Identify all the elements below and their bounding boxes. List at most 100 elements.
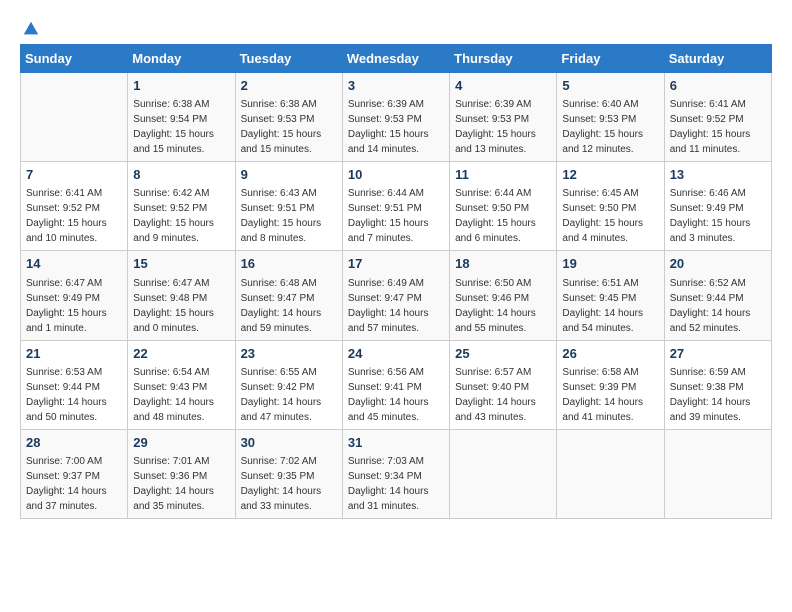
calendar-week-row: 28Sunrise: 7:00 AMSunset: 9:37 PMDayligh… bbox=[21, 429, 772, 518]
day-number: 20 bbox=[670, 255, 766, 273]
day-number: 14 bbox=[26, 255, 122, 273]
day-info: Sunrise: 6:50 AMSunset: 9:46 PMDaylight:… bbox=[455, 276, 551, 336]
day-info: Sunrise: 7:03 AMSunset: 9:34 PMDaylight:… bbox=[348, 454, 444, 514]
day-number: 1 bbox=[133, 77, 229, 95]
day-number: 26 bbox=[562, 345, 658, 363]
calendar-day-cell: 14 Sunrise: 6:47 AMSunset: 9:49 PMDayligh… bbox=[21, 251, 128, 340]
calendar-day-cell: 2 Sunrise: 6:38 AMSunset: 9:53 PMDaylight… bbox=[235, 73, 342, 162]
day-number: 9 bbox=[241, 166, 337, 184]
day-info: Sunrise: 6:47 AMSunset: 9:48 PMDaylight:… bbox=[133, 276, 229, 336]
calendar-day-cell: 9 Sunrise: 6:43 AMSunset: 9:51 PMDaylight… bbox=[235, 162, 342, 251]
day-number: 3 bbox=[348, 77, 444, 95]
calendar-day-cell: 21 Sunrise: 6:53 AMSunset: 9:44 PMDayligh… bbox=[21, 340, 128, 429]
day-info: Sunrise: 6:51 AMSunset: 9:45 PMDaylight:… bbox=[562, 276, 658, 336]
day-number: 28 bbox=[26, 434, 122, 452]
day-info: Sunrise: 6:49 AMSunset: 9:47 PMDaylight:… bbox=[348, 276, 444, 336]
calendar-week-row: 7 Sunrise: 6:41 AMSunset: 9:52 PMDaylight… bbox=[21, 162, 772, 251]
calendar-day-cell: 27 Sunrise: 6:59 AMSunset: 9:38 PMDayligh… bbox=[664, 340, 771, 429]
day-number: 7 bbox=[26, 166, 122, 184]
day-info: Sunrise: 6:57 AMSunset: 9:40 PMDaylight:… bbox=[455, 365, 551, 425]
day-info: Sunrise: 6:38 AMSunset: 9:53 PMDaylight:… bbox=[241, 97, 337, 157]
day-info: Sunrise: 6:54 AMSunset: 9:43 PMDaylight:… bbox=[133, 365, 229, 425]
calendar-day-cell bbox=[664, 429, 771, 518]
logo bbox=[20, 20, 40, 34]
calendar-day-cell: 20 Sunrise: 6:52 AMSunset: 9:44 PMDayligh… bbox=[664, 251, 771, 340]
day-info: Sunrise: 6:40 AMSunset: 9:53 PMDaylight:… bbox=[562, 97, 658, 157]
weekday-header: Thursday bbox=[450, 45, 557, 73]
calendar-day-cell: 25 Sunrise: 6:57 AMSunset: 9:40 PMDayligh… bbox=[450, 340, 557, 429]
weekday-header: Monday bbox=[128, 45, 235, 73]
weekday-header: Friday bbox=[557, 45, 664, 73]
day-info: Sunrise: 6:43 AMSunset: 9:51 PMDaylight:… bbox=[241, 186, 337, 246]
calendar-week-row: 14 Sunrise: 6:47 AMSunset: 9:49 PMDayligh… bbox=[21, 251, 772, 340]
day-info: Sunrise: 6:45 AMSunset: 9:50 PMDaylight:… bbox=[562, 186, 658, 246]
calendar-week-row: 21 Sunrise: 6:53 AMSunset: 9:44 PMDayligh… bbox=[21, 340, 772, 429]
calendar-day-cell: 17 Sunrise: 6:49 AMSunset: 9:47 PMDayligh… bbox=[342, 251, 449, 340]
day-info: Sunrise: 6:41 AMSunset: 9:52 PMDaylight:… bbox=[26, 186, 122, 246]
day-number: 27 bbox=[670, 345, 766, 363]
calendar-day-cell: 6 Sunrise: 6:41 AMSunset: 9:52 PMDaylight… bbox=[664, 73, 771, 162]
calendar-day-cell: 11 Sunrise: 6:44 AMSunset: 9:50 PMDayligh… bbox=[450, 162, 557, 251]
calendar-day-cell: 7 Sunrise: 6:41 AMSunset: 9:52 PMDaylight… bbox=[21, 162, 128, 251]
day-number: 23 bbox=[241, 345, 337, 363]
calendar-day-cell: 22Sunrise: 6:54 AMSunset: 9:43 PMDayligh… bbox=[128, 340, 235, 429]
calendar-day-cell: 4 Sunrise: 6:39 AMSunset: 9:53 PMDaylight… bbox=[450, 73, 557, 162]
day-number: 5 bbox=[562, 77, 658, 95]
day-number: 6 bbox=[670, 77, 766, 95]
weekday-header: Saturday bbox=[664, 45, 771, 73]
calendar-day-cell: 19 Sunrise: 6:51 AMSunset: 9:45 PMDayligh… bbox=[557, 251, 664, 340]
calendar-day-cell bbox=[557, 429, 664, 518]
weekday-header: Tuesday bbox=[235, 45, 342, 73]
day-info: Sunrise: 6:52 AMSunset: 9:44 PMDaylight:… bbox=[670, 276, 766, 336]
day-info: Sunrise: 6:41 AMSunset: 9:52 PMDaylight:… bbox=[670, 97, 766, 157]
logo-icon bbox=[22, 20, 40, 38]
day-number: 19 bbox=[562, 255, 658, 273]
day-info: Sunrise: 6:56 AMSunset: 9:41 PMDaylight:… bbox=[348, 365, 444, 425]
day-number: 8 bbox=[133, 166, 229, 184]
day-info: Sunrise: 6:44 AMSunset: 9:50 PMDaylight:… bbox=[455, 186, 551, 246]
day-info: Sunrise: 6:39 AMSunset: 9:53 PMDaylight:… bbox=[455, 97, 551, 157]
header bbox=[20, 20, 772, 34]
calendar-day-cell: 12 Sunrise: 6:45 AMSunset: 9:50 PMDayligh… bbox=[557, 162, 664, 251]
calendar-day-cell: 26 Sunrise: 6:58 AMSunset: 9:39 PMDayligh… bbox=[557, 340, 664, 429]
day-number: 21 bbox=[26, 345, 122, 363]
calendar-day-cell: 8 Sunrise: 6:42 AMSunset: 9:52 PMDaylight… bbox=[128, 162, 235, 251]
day-number: 2 bbox=[241, 77, 337, 95]
calendar-day-cell: 3 Sunrise: 6:39 AMSunset: 9:53 PMDaylight… bbox=[342, 73, 449, 162]
day-number: 31 bbox=[348, 434, 444, 452]
day-number: 17 bbox=[348, 255, 444, 273]
day-info: Sunrise: 6:55 AMSunset: 9:42 PMDaylight:… bbox=[241, 365, 337, 425]
calendar-week-row: 1Sunrise: 6:38 AMSunset: 9:54 PMDaylight… bbox=[21, 73, 772, 162]
calendar-day-cell: 24 Sunrise: 6:56 AMSunset: 9:41 PMDayligh… bbox=[342, 340, 449, 429]
calendar-day-cell bbox=[450, 429, 557, 518]
weekday-header: Sunday bbox=[21, 45, 128, 73]
day-info: Sunrise: 6:47 AMSunset: 9:49 PMDaylight:… bbox=[26, 276, 122, 336]
day-info: Sunrise: 6:46 AMSunset: 9:49 PMDaylight:… bbox=[670, 186, 766, 246]
calendar-day-cell: 1Sunrise: 6:38 AMSunset: 9:54 PMDaylight… bbox=[128, 73, 235, 162]
day-number: 11 bbox=[455, 166, 551, 184]
calendar-header: SundayMondayTuesdayWednesdayThursdayFrid… bbox=[21, 45, 772, 73]
calendar-day-cell: 29Sunrise: 7:01 AMSunset: 9:36 PMDayligh… bbox=[128, 429, 235, 518]
day-info: Sunrise: 7:02 AMSunset: 9:35 PMDaylight:… bbox=[241, 454, 337, 514]
day-info: Sunrise: 6:39 AMSunset: 9:53 PMDaylight:… bbox=[348, 97, 444, 157]
day-info: Sunrise: 6:58 AMSunset: 9:39 PMDaylight:… bbox=[562, 365, 658, 425]
calendar-day-cell: 23 Sunrise: 6:55 AMSunset: 9:42 PMDayligh… bbox=[235, 340, 342, 429]
calendar-day-cell bbox=[21, 73, 128, 162]
calendar-body: 1Sunrise: 6:38 AMSunset: 9:54 PMDaylight… bbox=[21, 73, 772, 519]
day-number: 25 bbox=[455, 345, 551, 363]
day-number: 12 bbox=[562, 166, 658, 184]
day-info: Sunrise: 6:42 AMSunset: 9:52 PMDaylight:… bbox=[133, 186, 229, 246]
day-info: Sunrise: 6:53 AMSunset: 9:44 PMDaylight:… bbox=[26, 365, 122, 425]
day-info: Sunrise: 6:59 AMSunset: 9:38 PMDaylight:… bbox=[670, 365, 766, 425]
calendar-day-cell: 18Sunrise: 6:50 AMSunset: 9:46 PMDayligh… bbox=[450, 251, 557, 340]
calendar-table: SundayMondayTuesdayWednesdayThursdayFrid… bbox=[20, 44, 772, 519]
calendar-day-cell: 13Sunrise: 6:46 AMSunset: 9:49 PMDayligh… bbox=[664, 162, 771, 251]
calendar-day-cell: 28Sunrise: 7:00 AMSunset: 9:37 PMDayligh… bbox=[21, 429, 128, 518]
day-number: 24 bbox=[348, 345, 444, 363]
day-number: 15 bbox=[133, 255, 229, 273]
calendar-day-cell: 31 Sunrise: 7:03 AMSunset: 9:34 PMDayligh… bbox=[342, 429, 449, 518]
day-number: 16 bbox=[241, 255, 337, 273]
day-number: 4 bbox=[455, 77, 551, 95]
day-number: 30 bbox=[241, 434, 337, 452]
calendar-day-cell: 30 Sunrise: 7:02 AMSunset: 9:35 PMDayligh… bbox=[235, 429, 342, 518]
